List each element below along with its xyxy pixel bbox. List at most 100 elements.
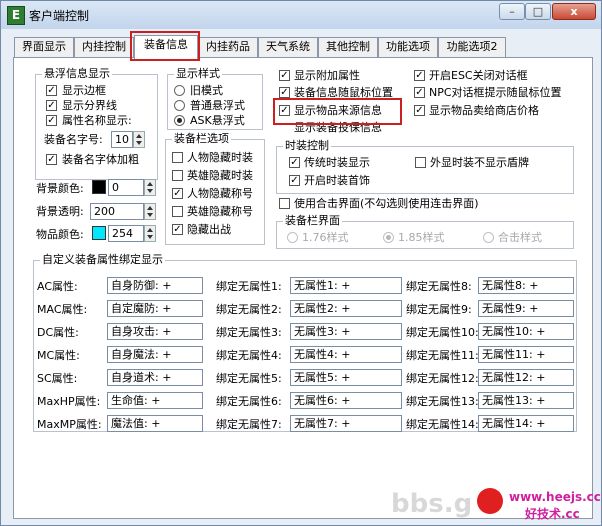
fashion-jewelry-label: 开启时装首饰 xyxy=(304,174,370,187)
tab-equip-info[interactable]: 装备信息 xyxy=(134,35,198,59)
bind-input[interactable]: 无属性8: + xyxy=(478,277,574,294)
item-color-label: 物品颜色: xyxy=(36,228,84,241)
bg-color-spinner[interactable] xyxy=(144,179,156,196)
attr-value-input[interactable]: 生命值: + xyxy=(107,392,203,409)
tab-plugin-potions[interactable]: 内挂药品 xyxy=(198,37,258,57)
attr-value-input[interactable]: 魔法值: + xyxy=(107,415,203,432)
npc-tip-checkbox[interactable]: ✓ xyxy=(414,87,425,98)
bind-input[interactable]: 无属性9: + xyxy=(478,300,574,317)
tab-weather[interactable]: 天气系统 xyxy=(258,37,318,57)
font-size-input[interactable]: 10 xyxy=(111,131,133,148)
sell-price-checkbox[interactable]: ✓ xyxy=(414,105,425,116)
minimize-button[interactable]: – xyxy=(499,3,525,20)
font-size-label: 装备名字号: xyxy=(44,133,103,146)
client-control-window: E 客户端控制 – □ x 界面显示 内挂控制 装备信息 内挂药品 天气系统 其… xyxy=(0,0,602,526)
attr-name-checkbox[interactable]: ✓ xyxy=(46,115,57,126)
bind-label: 绑定无属性5: xyxy=(216,372,282,385)
no-shield-checkbox[interactable] xyxy=(415,157,426,168)
bind-label: 绑定无属性2: xyxy=(216,303,282,316)
show-border-checkbox[interactable]: ✓ xyxy=(46,85,57,96)
ui-185-label: 1.85样式 xyxy=(398,231,445,244)
bg-color-input[interactable]: 0 xyxy=(108,179,144,196)
hide-battle-checkbox[interactable]: ✓ xyxy=(172,224,183,235)
show-source-checkbox[interactable]: ✓ xyxy=(279,105,290,116)
style-normal-radio[interactable] xyxy=(174,100,185,111)
equip-ui-group: 装备栏界面 1.76样式 1.85样式 合击样式 xyxy=(276,214,574,249)
bind-input[interactable]: 无属性5: + xyxy=(290,369,402,386)
bold-checkbox[interactable]: ✓ xyxy=(46,154,57,165)
attr-value-input[interactable]: 自身防御: + xyxy=(107,277,203,294)
bind-input[interactable]: 无属性7: + xyxy=(290,415,402,432)
attr-value-input[interactable]: 自定魔防: + xyxy=(107,300,203,317)
fashion-jewelry-checkbox[interactable]: ✓ xyxy=(289,175,300,186)
bind-label: 绑定无属性14: xyxy=(406,418,479,431)
follow-mouse-checkbox[interactable]: ✓ xyxy=(279,87,290,98)
hide-char-fashion-checkbox[interactable] xyxy=(172,152,183,163)
attr-value-input[interactable]: 自身魔法: + xyxy=(107,346,203,363)
hide-hero-title-checkbox[interactable] xyxy=(172,206,183,217)
watermark-site-2: 好技术.cc xyxy=(525,507,580,521)
style-old-radio[interactable] xyxy=(174,85,185,96)
follow-mouse-label: 装备信息随鼠标位置 xyxy=(294,86,393,99)
item-color-swatch[interactable] xyxy=(92,226,106,240)
tab-options[interactable]: 功能选项 xyxy=(378,37,438,57)
group-title: 时装控制 xyxy=(283,139,331,153)
hide-char-title-label: 人物隐藏称号 xyxy=(187,187,253,200)
attr-name-label: MaxMP属性: xyxy=(37,418,102,431)
bold-label: 装备名字体加粗 xyxy=(62,153,139,166)
bind-label: 绑定无属性10: xyxy=(406,326,479,339)
bind-label: 绑定无属性6: xyxy=(216,395,282,408)
tab-options-2[interactable]: 功能选项2 xyxy=(438,37,506,57)
bg-alpha-input[interactable]: 200 xyxy=(90,203,144,220)
tab-ui-display[interactable]: 界面显示 xyxy=(14,37,74,57)
equip-bar-options-group: 装备栏选项 人物隐藏时装 英雄隐藏时装 ✓ 人物隐藏称号 英雄隐藏称号 ✓ 隐藏… xyxy=(165,132,265,245)
app-icon: E xyxy=(7,6,25,25)
show-divider-checkbox[interactable]: ✓ xyxy=(46,100,57,111)
tab-plugin-control[interactable]: 内挂控制 xyxy=(74,37,134,57)
bind-input[interactable]: 无属性11: + xyxy=(478,346,574,363)
attr-value-input[interactable]: 自身攻击: + xyxy=(107,323,203,340)
show-extra-checkbox[interactable]: ✓ xyxy=(279,70,290,81)
bind-label: 绑定无属性12: xyxy=(406,372,479,385)
hide-hero-fashion-label: 英雄隐藏时装 xyxy=(187,169,253,182)
hide-hero-title-label: 英雄隐藏称号 xyxy=(187,205,253,218)
bind-input[interactable]: 无属性6: + xyxy=(290,392,402,409)
bind-input[interactable]: 无属性12: + xyxy=(478,369,574,386)
group-title: 显示样式 xyxy=(174,67,222,81)
font-size-spinner[interactable] xyxy=(133,131,145,148)
bg-color-swatch[interactable] xyxy=(92,180,106,194)
bind-input[interactable]: 无属性14: + xyxy=(478,415,574,432)
item-color-input[interactable]: 254 xyxy=(108,225,144,242)
bg-alpha-spinner[interactable] xyxy=(144,203,156,220)
esc-close-checkbox[interactable]: ✓ xyxy=(414,70,425,81)
hide-hero-fashion-checkbox[interactable] xyxy=(172,170,183,181)
style-ask-radio[interactable] xyxy=(174,115,185,126)
style-normal-label: 普通悬浮式 xyxy=(190,99,245,112)
use-combined-checkbox[interactable] xyxy=(279,198,290,209)
ui-176-radio[interactable] xyxy=(287,232,298,243)
use-combined-label: 使用合击界面(不勾选则使用连击界面) xyxy=(294,197,479,210)
hide-battle-label: 隐藏出战 xyxy=(187,223,231,236)
maximize-button[interactable]: □ xyxy=(525,3,551,20)
style-old-label: 旧模式 xyxy=(190,84,223,97)
bind-input[interactable]: 无属性4: + xyxy=(290,346,402,363)
attr-value-input[interactable]: 自身道术: + xyxy=(107,369,203,386)
item-color-spinner[interactable] xyxy=(144,225,156,242)
group-title: 自定义装备属性绑定显示 xyxy=(40,253,165,267)
tab-other-control[interactable]: 其他控制 xyxy=(318,37,378,57)
hide-char-title-checkbox[interactable]: ✓ xyxy=(172,188,183,199)
bind-input[interactable]: 无属性1: + xyxy=(290,277,402,294)
bind-input[interactable]: 无属性13: + xyxy=(478,392,574,409)
close-button[interactable]: x xyxy=(552,3,596,20)
ui-combined-radio[interactable] xyxy=(483,232,494,243)
show-border-label: 显示边框 xyxy=(62,84,106,97)
attr-name-label: AC属性: xyxy=(37,280,78,293)
bind-label: 绑定无属性13: xyxy=(406,395,479,408)
traditional-fashion-checkbox[interactable]: ✓ xyxy=(289,157,300,168)
ui-185-radio[interactable] xyxy=(383,232,394,243)
bind-input[interactable]: 无属性2: + xyxy=(290,300,402,317)
traditional-fashion-label: 传统时装显示 xyxy=(304,156,370,169)
show-durability-label: 显示装备投保信息 xyxy=(294,121,382,134)
bind-input[interactable]: 无属性3: + xyxy=(290,323,402,340)
bind-input[interactable]: 无属性10: + xyxy=(478,323,574,340)
